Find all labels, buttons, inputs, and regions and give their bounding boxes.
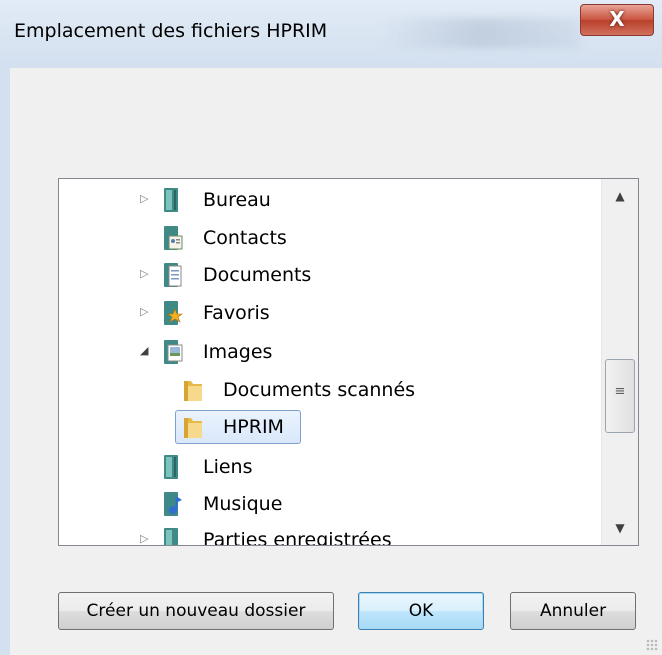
tree-item-musique[interactable]: Musique bbox=[59, 488, 599, 520]
tree-item-label: Contacts bbox=[203, 227, 287, 249]
tree-item-parties-enregistrees[interactable]: ▷ Parties enregistrées bbox=[59, 524, 599, 546]
pictures-library-icon bbox=[164, 340, 183, 364]
scrollbar-grip-icon: ≡ bbox=[614, 384, 626, 399]
title-bar[interactable]: Emplacement des fichiers HPRIM X bbox=[0, 0, 662, 68]
close-icon: X bbox=[609, 7, 625, 31]
scroll-down-icon[interactable]: ▼ bbox=[602, 513, 638, 543]
contacts-icon bbox=[164, 226, 183, 250]
tree-item-images[interactable]: ◢ Images bbox=[59, 336, 599, 368]
tree-item-documents-scannes[interactable]: Documents scannés bbox=[59, 374, 599, 406]
window-title: Emplacement des fichiers HPRIM bbox=[14, 20, 328, 42]
ok-button[interactable]: OK bbox=[358, 592, 484, 630]
cancel-button[interactable]: Annuler bbox=[510, 592, 636, 630]
tree-item-contacts[interactable]: Contacts bbox=[59, 222, 599, 254]
tree-item-label: Bureau bbox=[203, 189, 271, 211]
expand-arrow-icon[interactable]: ▷ bbox=[140, 531, 152, 545]
close-button[interactable]: X bbox=[580, 4, 654, 36]
tree-item-hprim[interactable]: HPRIM bbox=[59, 410, 599, 444]
links-icon bbox=[164, 455, 178, 479]
title-bar-glass bbox=[380, 18, 580, 48]
tree-item-favoris[interactable]: ▷ Favoris bbox=[59, 297, 599, 329]
music-icon bbox=[164, 492, 182, 516]
folder-tree[interactable]: ▷ Bureau Contacts ▷ Documents ▷ Favoris … bbox=[58, 178, 639, 546]
tree-item-label: Musique bbox=[203, 493, 283, 515]
tree-item-liens[interactable]: Liens bbox=[59, 451, 599, 483]
tree-item-label: Liens bbox=[203, 456, 253, 478]
tree-item-documents[interactable]: ▷ Documents bbox=[59, 259, 599, 291]
tree-item-label: Images bbox=[203, 341, 273, 363]
window-frame-edge bbox=[0, 68, 10, 655]
tree-item-label: HPRIM bbox=[223, 416, 284, 438]
new-folder-button[interactable]: Créer un nouveau dossier bbox=[58, 592, 334, 630]
collapse-arrow-icon[interactable]: ◢ bbox=[140, 343, 152, 359]
tree-item-label: Documents scannés bbox=[223, 379, 416, 401]
saved-games-icon bbox=[164, 528, 178, 545]
expand-arrow-icon[interactable]: ▷ bbox=[140, 304, 152, 320]
tree-item-label: Parties enregistrées bbox=[203, 529, 392, 546]
tree-item-bureau[interactable]: ▷ Bureau bbox=[59, 184, 599, 216]
expand-arrow-icon[interactable]: ▷ bbox=[140, 191, 152, 207]
folder-icon bbox=[184, 418, 202, 438]
scroll-up-icon[interactable]: ▲ bbox=[602, 181, 638, 211]
tree-item-label: Favoris bbox=[203, 302, 270, 324]
desktop-folder-icon bbox=[164, 188, 178, 212]
documents-library-icon bbox=[164, 263, 182, 287]
vertical-scrollbar[interactable]: ▲ ≡ ▼ bbox=[601, 179, 638, 545]
scrollbar-thumb[interactable]: ≡ bbox=[605, 359, 635, 433]
expand-arrow-icon[interactable]: ▷ bbox=[140, 266, 152, 282]
favorites-icon bbox=[164, 301, 183, 325]
folder-icon bbox=[184, 381, 202, 401]
tree-item-label: Documents bbox=[203, 264, 312, 286]
folder-picker-dialog: Emplacement des fichiers HPRIM X ▷ Burea… bbox=[0, 0, 662, 655]
resize-grip-icon[interactable] bbox=[646, 639, 658, 651]
